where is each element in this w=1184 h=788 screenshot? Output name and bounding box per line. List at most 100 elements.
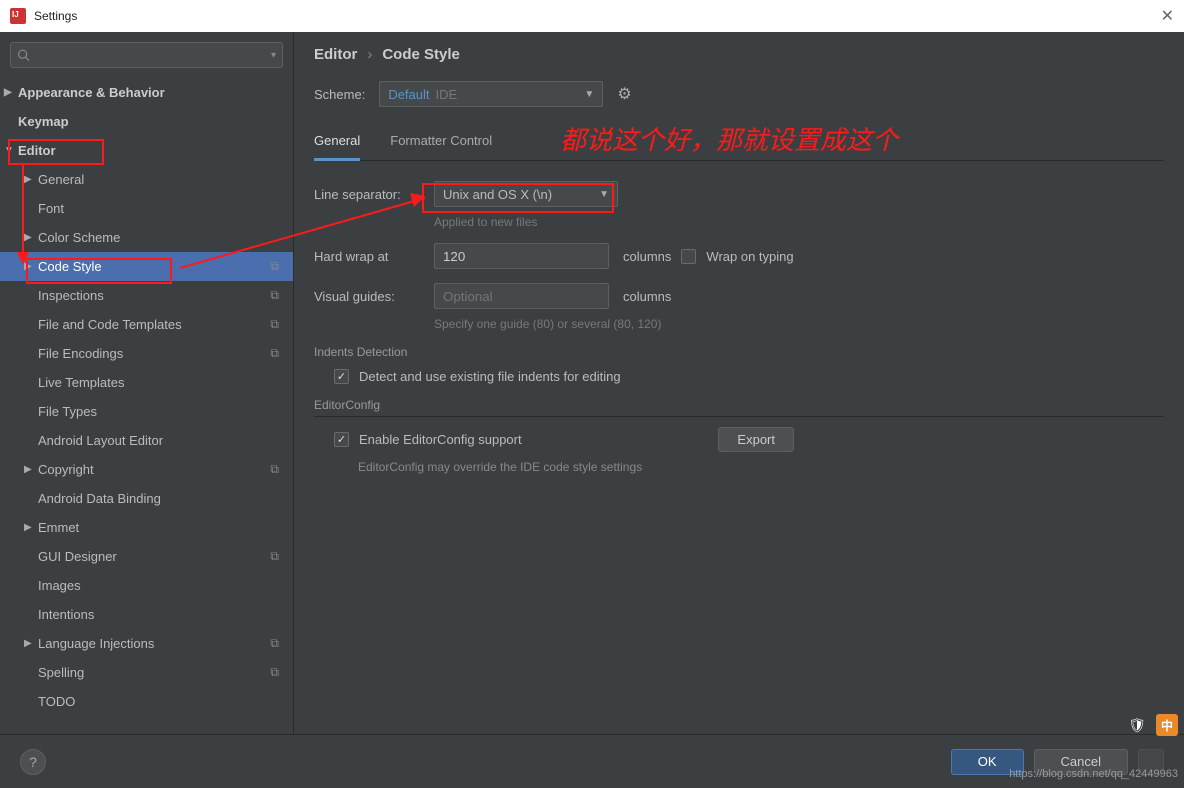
sidebar-item-label: Font	[38, 201, 64, 216]
sidebar-item-label: Emmet	[38, 520, 79, 535]
copy-icon: ⧉	[270, 636, 279, 651]
sidebar-item-appearance-behavior[interactable]: ▶ Appearance & Behavior	[0, 78, 293, 107]
watermark: https://blog.csdn.net/qq_42449963	[1009, 768, 1178, 780]
tree-arrow-icon: ▶	[24, 464, 32, 475]
hard-wrap-input[interactable]	[434, 243, 609, 269]
sidebar-item-spelling[interactable]: Spelling ⧉	[0, 658, 293, 687]
sidebar-item-gui-designer[interactable]: GUI Designer⧉	[0, 542, 293, 571]
line-separator-hint: Applied to new files	[434, 215, 1164, 229]
wrap-on-typing-checkbox[interactable]	[681, 249, 696, 264]
editorconfig-section-title: EditorConfig	[314, 398, 1164, 417]
chevron-down-icon: ▼	[584, 89, 594, 100]
sidebar-item-label: Android Layout Editor	[38, 433, 163, 448]
sidebar-item-todo[interactable]: TODO	[0, 687, 293, 716]
search-icon	[17, 48, 30, 62]
help-button[interactable]: ?	[20, 749, 46, 775]
sidebar-item-images[interactable]: Images	[0, 571, 293, 600]
close-icon[interactable]: ✕	[1161, 6, 1174, 26]
sidebar-item-android-layout-editor[interactable]: Android Layout Editor	[0, 426, 293, 455]
copy-icon: ⧉	[270, 288, 279, 303]
breadcrumb: Editor › Code Style	[314, 46, 1164, 63]
sidebar-item-file-types[interactable]: File Types	[0, 397, 293, 426]
sidebar-item-label: Inspections	[38, 288, 104, 303]
sidebar-item-label: File Encodings	[38, 346, 123, 361]
visual-guides-input[interactable]	[434, 283, 609, 309]
sidebar-item-label: File Types	[38, 404, 97, 419]
sidebar-item-label: File and Code Templates	[38, 317, 182, 332]
export-button[interactable]: Export	[718, 427, 794, 452]
shield-icon: 🛡	[1126, 714, 1148, 736]
system-tray: 🛡 中	[1126, 714, 1178, 736]
breadcrumb-separator: ›	[367, 46, 372, 63]
chevron-down-icon[interactable]: ▾	[271, 50, 276, 61]
tree-arrow-icon: ▶	[4, 87, 12, 98]
enable-editorconfig-label[interactable]: Enable EditorConfig support	[359, 432, 522, 447]
sidebar-item-intentions[interactable]: Intentions	[0, 600, 293, 629]
sidebar-item-color-scheme[interactable]: ▶ Color Scheme	[0, 223, 293, 252]
detect-indents-checkbox[interactable]	[334, 369, 349, 384]
line-separator-label: Line separator:	[314, 187, 424, 202]
scheme-label: Scheme:	[314, 87, 365, 102]
line-separator-select[interactable]: Unix and OS X (\n) ▼	[434, 181, 618, 207]
copy-icon: ⧉	[270, 259, 279, 274]
tree-arrow-icon: ▶	[24, 638, 32, 649]
sidebar-item-label: TODO	[38, 694, 75, 709]
sidebar-item-live-templates[interactable]: Live Templates	[0, 368, 293, 397]
chevron-down-icon: ▼	[599, 189, 609, 200]
sidebar-item-label: Live Templates	[38, 375, 124, 390]
tree-arrow-icon: ▼	[4, 145, 14, 156]
sidebar-item-android-data-binding[interactable]: Android Data Binding	[0, 484, 293, 513]
sidebar-item-general[interactable]: ▶ General	[0, 165, 293, 194]
app-icon	[10, 8, 26, 24]
sidebar-item-label: Language Injections	[38, 636, 154, 651]
editorconfig-note: EditorConfig may override the IDE code s…	[358, 460, 1164, 474]
gear-icon[interactable]: ⚙	[617, 84, 631, 104]
dialog-footer: ? OK Cancel	[0, 734, 1184, 788]
copy-icon: ⧉	[270, 665, 279, 680]
sidebar-item-label: General	[38, 172, 84, 187]
sidebar-item-inspections[interactable]: Inspections ⧉	[0, 281, 293, 310]
sidebar-item-label: Editor	[18, 143, 56, 158]
breadcrumb-current: Code Style	[382, 46, 460, 63]
sidebar: ▾ ▶ Appearance & Behavior Keymap ▼ Editor ▶ Ge…	[0, 32, 294, 734]
tree-arrow-icon: ▶	[24, 232, 32, 243]
tab-general[interactable]: General	[314, 131, 360, 161]
tree-arrow-icon: ▶	[24, 174, 32, 185]
sidebar-item-label: GUI Designer	[38, 549, 117, 564]
sidebar-item-label: Keymap	[18, 114, 69, 129]
ime-icon: 中	[1156, 714, 1178, 736]
sidebar-item-label: Code Style	[38, 259, 102, 274]
tree-arrow-icon: ▶	[24, 261, 32, 272]
sidebar-item-label: Spelling	[38, 665, 84, 680]
scheme-select[interactable]: Default IDE ▼	[379, 81, 603, 107]
breadcrumb-parent[interactable]: Editor	[314, 46, 357, 63]
visual-guides-hint: Specify one guide (80) or several (80, 1…	[434, 317, 1164, 331]
sidebar-item-label: Intentions	[38, 607, 94, 622]
titlebar: Settings ✕	[0, 0, 1184, 32]
enable-editorconfig-checkbox[interactable]	[334, 432, 349, 447]
main-panel: Editor › Code Style Scheme: Default IDE …	[294, 32, 1184, 734]
search-input[interactable]: ▾	[10, 42, 283, 68]
tab-formatter-control[interactable]: Formatter Control	[390, 131, 492, 161]
copy-icon: ⧉	[270, 462, 279, 477]
detect-indents-label[interactable]: Detect and use existing file indents for…	[359, 369, 621, 384]
sidebar-item-file-and-code-templates[interactable]: File and Code Templates ⧉	[0, 310, 293, 339]
sidebar-item-label: Appearance & Behavior	[18, 85, 165, 100]
sidebar-item-editor[interactable]: ▼ Editor	[0, 136, 293, 165]
settings-tree: ▶ Appearance & Behavior Keymap ▼ Editor ▶ Gene…	[0, 78, 293, 734]
visual-guides-label: Visual guides:	[314, 289, 424, 304]
sidebar-item-code-style[interactable]: ▶ Code Style ⧉	[0, 252, 293, 281]
sidebar-item-font[interactable]: Font	[0, 194, 293, 223]
sidebar-item-keymap[interactable]: Keymap	[0, 107, 293, 136]
sidebar-item-copyright[interactable]: ▶Copyright⧉	[0, 455, 293, 484]
tree-arrow-icon: ▶	[24, 522, 32, 533]
sidebar-item-label: Android Data Binding	[38, 491, 161, 506]
sidebar-item-file-encodings[interactable]: File Encodings ⧉	[0, 339, 293, 368]
wrap-on-typing-label[interactable]: Wrap on typing	[706, 249, 793, 264]
copy-icon: ⧉	[270, 346, 279, 361]
copy-icon: ⧉	[270, 317, 279, 332]
sidebar-item-language-injections[interactable]: ▶ Language Injections ⧉	[0, 629, 293, 658]
sidebar-item-emmet[interactable]: ▶ Emmet	[0, 513, 293, 542]
window-title: Settings	[34, 9, 77, 23]
sidebar-item-label: Color Scheme	[38, 230, 120, 245]
